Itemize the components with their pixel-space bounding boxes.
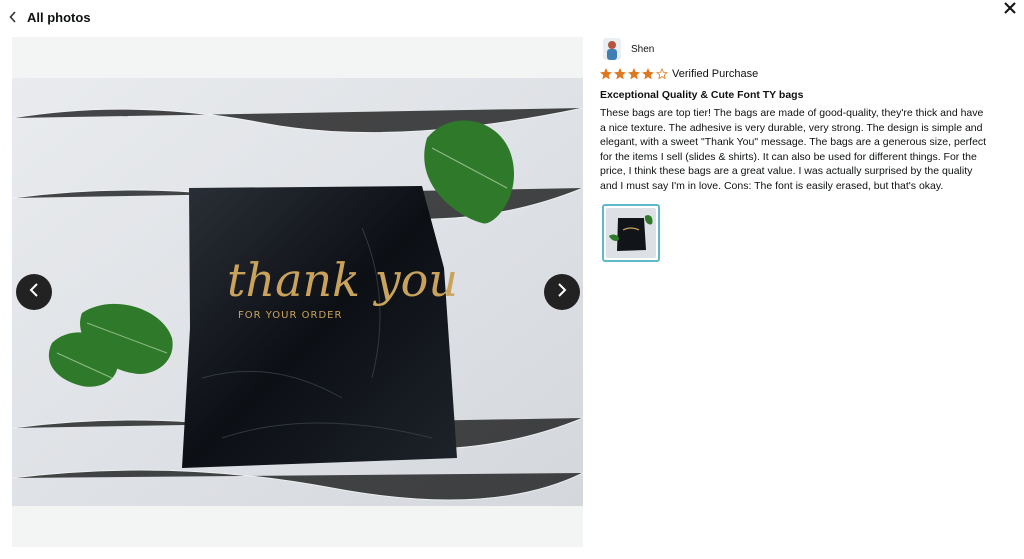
- chevron-left-icon: [29, 282, 39, 303]
- review-panel: Shen Verified Purchase Exceptional Quali…: [600, 38, 990, 262]
- back-to-all-photos-link[interactable]: All photos: [9, 8, 91, 26]
- review-photo: thank you FOR YOUR ORDER: [12, 78, 583, 506]
- chevron-right-icon: [557, 282, 567, 303]
- star-rating: [600, 68, 670, 80]
- review-title: Exceptional Quality & Cute Font TY bags: [600, 89, 804, 101]
- verified-purchase-badge: Verified Purchase: [672, 68, 759, 80]
- next-photo-button[interactable]: [544, 274, 580, 310]
- star-filled-icon: [600, 68, 612, 80]
- avatar: [603, 38, 621, 60]
- top-bar: All photos: [0, 0, 1024, 34]
- back-link-label: All photos: [27, 9, 91, 25]
- bag-script-subtext: FOR YOUR ORDER: [238, 310, 342, 321]
- photo-viewer: thank you FOR YOUR ORDER: [12, 37, 583, 547]
- chevron-left-icon: [9, 10, 21, 24]
- review-body: These bags are top tier! The bags are ma…: [600, 107, 987, 192]
- reviewer-profile[interactable]: Shen: [600, 38, 990, 60]
- close-icon: [1004, 1, 1016, 19]
- previous-photo-button[interactable]: [16, 274, 52, 310]
- rating-row: Verified Purchase: [600, 67, 990, 81]
- star-empty-icon: [656, 68, 668, 80]
- star-filled-icon: [642, 68, 654, 80]
- photo-thumbnail[interactable]: [602, 204, 660, 262]
- reviewer-name: Shen: [631, 43, 655, 55]
- star-filled-icon: [628, 68, 640, 80]
- thumbnail-image: [606, 208, 656, 258]
- close-button[interactable]: [1002, 2, 1018, 18]
- star-filled-icon: [614, 68, 626, 80]
- bag-script-text: thank you: [227, 253, 458, 307]
